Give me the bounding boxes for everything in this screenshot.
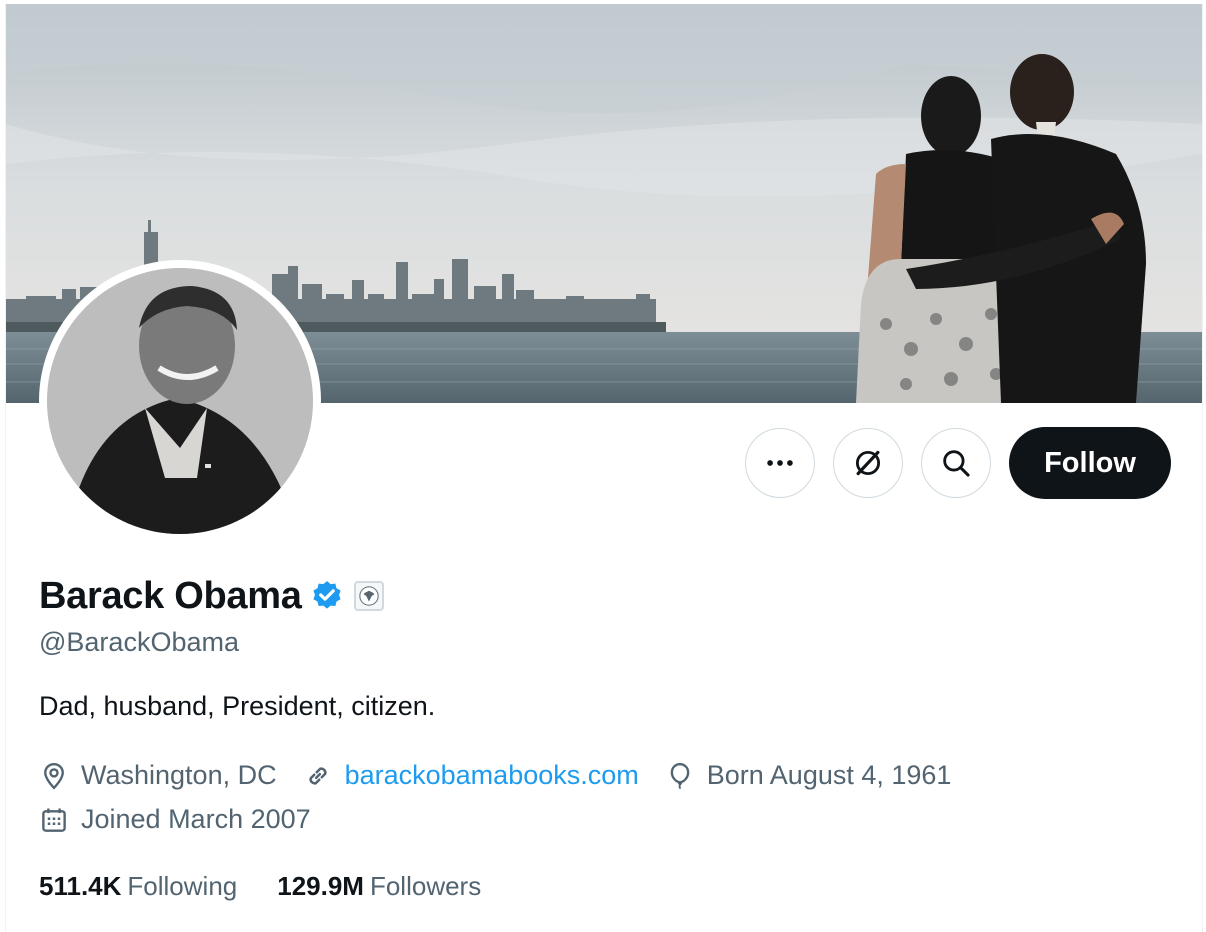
profile-bio: Dad, husband, President, citizen. — [39, 691, 436, 721]
link-icon — [308, 766, 327, 785]
birthday-text: Born August 4, 1961 — [706, 760, 952, 790]
profile-meta-row: Washington, DC barackobamabooks.com Born… — [39, 760, 977, 791]
grok-icon — [855, 450, 881, 476]
following-label: Following — [127, 871, 238, 901]
website[interactable]: barackobamabooks.com — [303, 760, 639, 791]
location-text: Washington, DC — [81, 760, 277, 790]
calendar-icon — [42, 807, 66, 832]
government-seal-icon — [358, 586, 379, 606]
avatar-photo — [47, 268, 313, 534]
followers-count: 129.9M — [277, 871, 364, 901]
display-name: Barack Obama — [39, 574, 302, 617]
location-pin-icon — [44, 762, 64, 790]
following-count: 511.4K — [39, 871, 122, 901]
profile-page: Follow Barack Obama @BarackObama Dad, hu… — [5, 4, 1203, 932]
birthday: Born August 4, 1961 — [665, 760, 952, 791]
name-row: Barack Obama — [39, 572, 384, 620]
verified-badge-icon[interactable] — [310, 579, 344, 613]
following-stat[interactable]: 511.4K Following — [39, 871, 237, 902]
location: Washington, DC — [39, 760, 277, 791]
balloon-icon — [670, 762, 690, 789]
profile-handle: @BarackObama — [39, 627, 239, 657]
profile-meta-row-2: Joined March 2007 — [39, 804, 337, 835]
follow-stats: 511.4K Following 129.9M Followers — [39, 871, 521, 902]
search-icon — [943, 450, 970, 477]
more-icon — [767, 460, 793, 466]
website-link[interactable]: barackobamabooks.com — [345, 760, 639, 791]
more-button[interactable] — [745, 428, 815, 498]
government-badge[interactable] — [353, 581, 384, 611]
profile-avatar[interactable] — [39, 260, 321, 542]
join-date-text: Joined March 2007 — [81, 804, 311, 834]
followers-stat[interactable]: 129.9M Followers — [277, 871, 481, 902]
followers-label: Followers — [369, 871, 482, 901]
search-profile-button[interactable] — [921, 428, 991, 498]
join-date: Joined March 2007 — [39, 804, 311, 835]
grok-button[interactable] — [833, 428, 903, 498]
follow-button[interactable]: Follow — [1009, 427, 1171, 499]
